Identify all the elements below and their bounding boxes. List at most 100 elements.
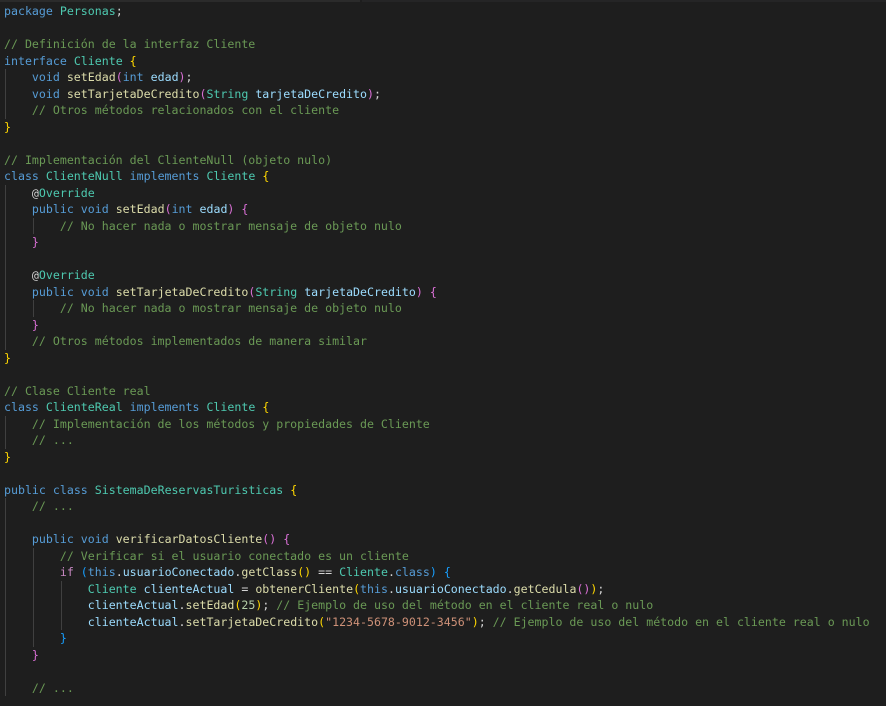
- code-token: {: [262, 169, 270, 183]
- code-token: {: [283, 532, 291, 546]
- code-token: ): [367, 86, 374, 101]
- code-token: ): [429, 565, 437, 579]
- code-line[interactable]: }: [4, 646, 870, 663]
- code-line[interactable]: void setTarjetaDeCredito(String tarjetaD…: [4, 85, 870, 102]
- code-line[interactable]: if (this.usuarioConectado.getClass() == …: [4, 564, 870, 581]
- code-token: this: [87, 565, 116, 579]
- code-token: public: [31, 202, 74, 216]
- code-content[interactable]: package Personas; // Definición de la in…: [4, 3, 870, 696]
- code-line[interactable]: }: [4, 119, 870, 136]
- code-line[interactable]: public class SistemaDeReservasTuristicas…: [4, 482, 870, 499]
- code-line[interactable]: }: [4, 234, 870, 251]
- code-token: .: [387, 565, 395, 579]
- code-line[interactable]: [4, 135, 870, 152]
- code-token: // ...: [31, 499, 74, 513]
- code-line[interactable]: // No hacer nada o mostrar mensaje de ob…: [4, 217, 870, 234]
- code-line[interactable]: // Definición de la interfaz Cliente: [4, 36, 870, 53]
- indent-guide: [5, 333, 6, 350]
- code-line[interactable]: // Implementación de los métodos y propi…: [4, 415, 870, 432]
- tab-bar-strip: [362, 0, 886, 2]
- code-line[interactable]: void setEdad(int edad);: [4, 69, 870, 86]
- code-line[interactable]: @Override: [4, 267, 870, 284]
- code-line[interactable]: }: [4, 350, 870, 367]
- code-token: // ...: [31, 680, 74, 695]
- code-token: setEdad: [115, 202, 165, 216]
- code-line[interactable]: [4, 250, 870, 267]
- code-token: }: [4, 449, 11, 464]
- code-token: SistemaDeReservasTuristicas: [94, 482, 284, 497]
- code-line[interactable]: [4, 514, 870, 531]
- indent-guide: [32, 613, 34, 630]
- code-line[interactable]: [4, 465, 870, 482]
- code-line[interactable]: interface Cliente {: [4, 53, 870, 70]
- code-token: // Verificar si el usuario conectado es …: [59, 548, 409, 563]
- code-line[interactable]: @Override: [4, 184, 870, 201]
- code-line[interactable]: package Personas;: [4, 3, 870, 20]
- indent-guide: [5, 432, 6, 449]
- code-line[interactable]: // Implementación del ClienteNull (objet…: [4, 152, 870, 169]
- code-editor[interactable]: package Personas; // Definición de la in…: [0, 0, 886, 706]
- indent-guide: [5, 85, 6, 102]
- code-line[interactable]: public void setTarjetaDeCredito(String t…: [4, 283, 870, 300]
- code-token: implements: [129, 400, 200, 414]
- code-token: @: [31, 268, 39, 282]
- code-token: (): [297, 565, 312, 579]
- indent-guide: [60, 580, 62, 597]
- code-token: String: [255, 284, 298, 299]
- indent-guide: [5, 234, 6, 251]
- indent-guide: [5, 630, 6, 647]
- code-token: clienteActual: [87, 614, 179, 629]
- code-line[interactable]: }: [4, 630, 870, 647]
- code-line[interactable]: clienteActual.setTarjetaDeCredito("1234-…: [4, 613, 870, 630]
- code-line[interactable]: [4, 663, 870, 680]
- code-token: getClass: [241, 565, 298, 579]
- code-token: ClienteNull: [45, 169, 123, 183]
- code-line[interactable]: [4, 366, 870, 383]
- code-line[interactable]: // Otros métodos implementados de manera…: [4, 333, 870, 350]
- indent-guide: [5, 613, 6, 630]
- code-line[interactable]: [4, 20, 870, 37]
- code-token: Cliente: [73, 53, 123, 68]
- code-token: Override: [38, 185, 95, 200]
- code-line[interactable]: // No hacer nada o mostrar mensaje de ob…: [4, 300, 870, 317]
- code-token: if: [59, 565, 74, 579]
- code-token: interface: [4, 53, 67, 68]
- code-line[interactable]: }: [4, 449, 870, 466]
- code-line[interactable]: // ...: [4, 498, 870, 515]
- code-line[interactable]: public void verificarDatosCliente() {: [4, 531, 870, 548]
- code-token: usuarioConectado: [122, 565, 235, 579]
- code-line[interactable]: }: [4, 316, 870, 333]
- code-line[interactable]: // Verificar si el usuario conectado es …: [4, 547, 870, 564]
- code-line[interactable]: class ClienteNull implements Cliente {: [4, 168, 870, 185]
- code-line[interactable]: class ClienteReal implements Cliente {: [4, 399, 870, 416]
- code-line[interactable]: public void setEdad(int edad) {: [4, 201, 870, 218]
- code-token: // Implementación del ClienteNull (objet…: [4, 152, 333, 167]
- code-line[interactable]: // ...: [4, 679, 870, 696]
- code-token: usuarioConectado: [394, 581, 507, 596]
- code-token: public: [4, 482, 46, 497]
- code-line[interactable]: Cliente clienteActual = obtenerCliente(t…: [4, 580, 870, 597]
- code-token: ;: [597, 581, 605, 596]
- code-line[interactable]: clienteActual.setEdad(25); // Ejemplo de…: [4, 597, 870, 614]
- code-line[interactable]: // Clase Cliente real: [4, 383, 870, 400]
- code-line[interactable]: // Otros métodos relacionados con el cli…: [4, 102, 870, 119]
- code-line[interactable]: // ...: [4, 432, 870, 449]
